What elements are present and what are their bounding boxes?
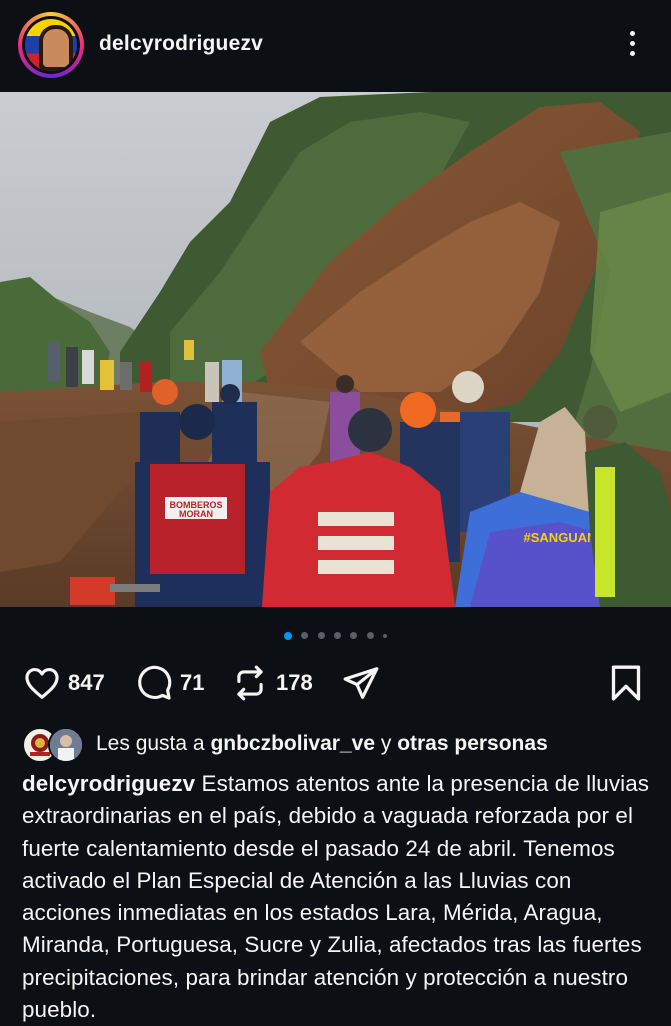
post-photo[interactable]: BOMBEROS MORAN #SANGUAN	[0, 92, 671, 607]
liked-by-others[interactable]: otras personas	[397, 732, 548, 755]
caption-text: Estamos atentos ante la presencia de llu…	[22, 771, 650, 1023]
comment-button[interactable]: 71	[134, 663, 204, 703]
post-username[interactable]: delcyrodriguezv	[99, 32, 263, 56]
heart-icon	[25, 667, 59, 699]
liked-by-user[interactable]: gnbczbolivar_ve	[210, 732, 375, 755]
avatar	[48, 727, 84, 763]
caption-username[interactable]: delcyrodriguezv	[22, 771, 195, 796]
liked-by-row[interactable]: Les gusta a gnbczbolivar_ve y otras pers…	[22, 724, 662, 764]
repost-button[interactable]: 178	[230, 663, 313, 703]
carousel-dot	[383, 633, 388, 638]
bookmark-icon	[611, 665, 641, 701]
like-button[interactable]: 847	[22, 663, 105, 703]
liked-by-connector: y	[380, 732, 392, 755]
svg-text:MORAN: MORAN	[179, 509, 213, 519]
carousel-dot-active	[283, 631, 292, 640]
carousel-dot	[334, 632, 341, 640]
post-caption: delcyrodriguezv Estamos atentos ante la …	[22, 768, 652, 1026]
post-header: delcyrodriguezv	[0, 0, 671, 92]
repost-count[interactable]: 178	[276, 670, 313, 696]
like-count[interactable]: 847	[68, 670, 105, 696]
svg-text:#SANGUAN: #SANGUAN	[524, 530, 597, 545]
comment-icon	[138, 665, 172, 700]
liked-by-avatars	[22, 726, 84, 763]
liked-by-prefix: Les gusta a	[96, 732, 205, 755]
profile-avatar[interactable]	[18, 12, 84, 78]
liked-by-text: Les gusta a gnbczbolivar_ve y otras pers…	[96, 732, 548, 756]
post-actions: 847 71 178	[0, 655, 671, 715]
carousel-dot	[317, 632, 325, 640]
carousel-dot	[350, 632, 358, 640]
carousel-dot	[301, 632, 309, 640]
share-icon	[343, 667, 379, 699]
more-vertical-icon[interactable]	[622, 28, 642, 64]
carousel-indicator	[0, 627, 671, 640]
bookmark-button[interactable]	[606, 663, 646, 703]
share-button[interactable]	[340, 663, 382, 703]
carousel-dot	[366, 632, 374, 640]
repost-icon	[237, 665, 263, 701]
comment-count[interactable]: 71	[180, 670, 204, 696]
